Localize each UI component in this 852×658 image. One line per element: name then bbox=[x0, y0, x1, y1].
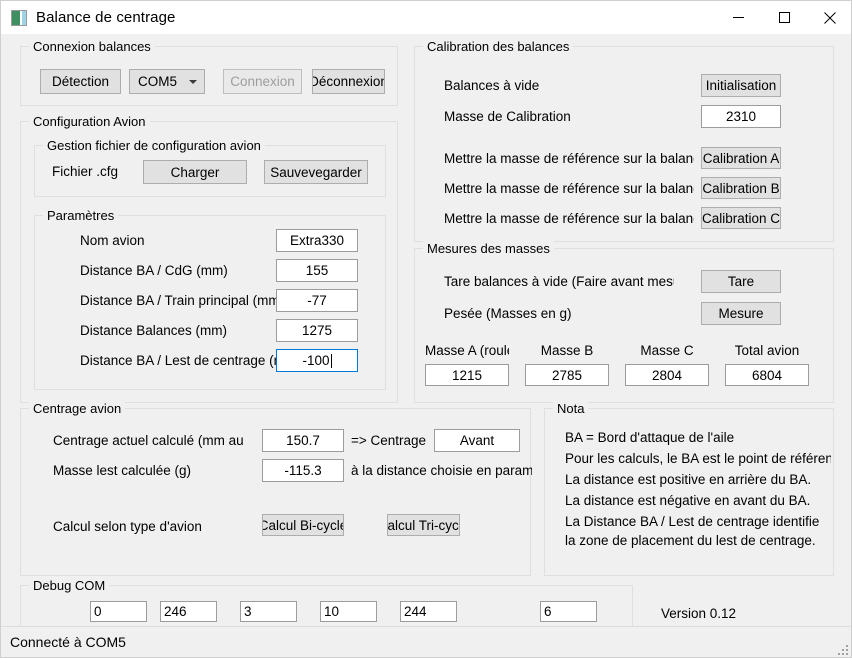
deconnexion-button[interactable]: Déconnexion bbox=[312, 69, 385, 94]
nota-line-1: BA = Bord d'attaque de l'aile bbox=[565, 430, 735, 445]
group-legend-nota: Nota bbox=[553, 401, 589, 416]
status-text: Connecté à COM5 bbox=[10, 634, 126, 650]
resize-grip[interactable] bbox=[838, 645, 850, 657]
debug-field-5[interactable]: 244 bbox=[400, 601, 457, 622]
pesee-label: Pesée (Masses en g) bbox=[444, 306, 572, 321]
nota-line-4: La distance est négative en avant du BA. bbox=[565, 493, 811, 508]
group-parametres: Paramètres Nom avion Extra330 Distance B… bbox=[34, 208, 386, 390]
nota-line-3: La distance est positive en arrière du B… bbox=[565, 472, 812, 487]
total-avion-header: Total avion bbox=[734, 343, 800, 358]
group-legend-gestion: Gestion fichier de configuration avion bbox=[43, 138, 265, 153]
tare-button[interactable]: Tare bbox=[701, 270, 781, 293]
calibration-b-button[interactable]: Calibration B bbox=[701, 177, 781, 199]
window-controls bbox=[715, 1, 851, 34]
nota-line-6: la zone de placement du lest de centrage… bbox=[565, 533, 816, 548]
masse-c-header: Masse C bbox=[640, 343, 694, 358]
calcul-type-label: Calcul selon type d'avion bbox=[53, 519, 202, 534]
group-legend-debug: Debug COM bbox=[29, 578, 110, 593]
param-label-distance-lest: Distance BA / Lest de centrage (mm) bbox=[80, 353, 276, 368]
param-input-distance-balances[interactable]: 1275 bbox=[276, 319, 358, 342]
debug-field-3[interactable]: 3 bbox=[240, 601, 297, 622]
centrage-direction-value: Avant bbox=[434, 429, 520, 452]
tare-label: Tare balances à vide (Faire avant mesure… bbox=[444, 274, 674, 289]
centrage-direction-label: => Centrage bbox=[351, 433, 427, 448]
calibration-a-label: Mettre la masse de référence sur la bala… bbox=[444, 151, 694, 166]
maximize-icon[interactable] bbox=[761, 1, 807, 34]
masse-a-input[interactable]: 1215 bbox=[425, 364, 509, 386]
nota-line-2: Pour les calculs, le BA est le point de … bbox=[565, 451, 831, 466]
masse-c-input[interactable]: 2804 bbox=[625, 364, 709, 386]
param-input-distance-cdg[interactable]: 155 bbox=[276, 259, 358, 282]
charger-button[interactable]: Charger bbox=[143, 160, 247, 184]
mesure-button[interactable]: Mesure bbox=[701, 302, 781, 325]
connexion-button[interactable]: Connexion bbox=[223, 69, 302, 94]
debug-field-2[interactable]: 246 bbox=[160, 601, 217, 622]
masse-calibration-input[interactable]: 2310 bbox=[701, 105, 781, 128]
group-nota: Nota BA = Bord d'attaque de l'aile Pour … bbox=[544, 401, 834, 576]
group-connexion-balances: Connexion balances Détection COM5 Connex… bbox=[20, 39, 398, 106]
param-input-distance-train[interactable]: -77 bbox=[276, 289, 358, 312]
title-bar: Balance de centrage bbox=[1, 1, 851, 34]
calcul-tricycle-button[interactable]: Calcul Tri-cycle bbox=[387, 514, 460, 536]
fichier-cfg-label: Fichier .cfg bbox=[52, 164, 119, 179]
group-legend-centrage: Centrage avion bbox=[29, 401, 126, 416]
param-label-nom-avion: Nom avion bbox=[80, 233, 145, 248]
masse-calibration-label: Masse de Calibration bbox=[444, 109, 571, 124]
close-icon[interactable] bbox=[807, 1, 851, 34]
group-configuration-avion: Configuration Avion Gestion fichier de c… bbox=[20, 114, 398, 403]
debug-field-6[interactable]: 6 bbox=[540, 601, 597, 622]
total-avion-input[interactable]: 6804 bbox=[725, 364, 809, 386]
group-calibration-balances: Calibration des balances Balances à vide… bbox=[414, 39, 834, 242]
group-gestion-fichier: Gestion fichier de configuration avion F… bbox=[34, 138, 386, 197]
text-caret bbox=[330, 353, 332, 368]
calcul-bicycle-button[interactable]: Calcul Bi-cycle bbox=[262, 514, 344, 536]
group-mesures-masses: Mesures des masses Tare balances à vide … bbox=[414, 241, 834, 403]
calibration-c-label: Mettre la masse de référence sur la bala… bbox=[444, 211, 694, 226]
group-legend-mesures: Mesures des masses bbox=[423, 241, 554, 256]
nota-line-5: La Distance BA / Lest de centrage identi… bbox=[565, 514, 820, 529]
com-port-value: COM5 bbox=[138, 74, 178, 89]
version-label: Version 0.12 bbox=[661, 606, 737, 621]
group-centrage-avion: Centrage avion Centrage actuel calculé (… bbox=[20, 401, 532, 576]
param-label-distance-balances: Distance Balances (mm) bbox=[80, 323, 228, 338]
sauvegarder-button[interactable]: Sauvevegarder bbox=[264, 160, 368, 184]
app-window-icon bbox=[11, 9, 27, 26]
masse-b-header: Masse B bbox=[540, 343, 594, 358]
masse-a-header: Masse A (roulette) bbox=[425, 343, 509, 358]
group-debug-com: Debug COM 0 246 3 10 244 6 bbox=[20, 578, 633, 631]
status-bar: Connecté à COM5 bbox=[1, 626, 851, 657]
calibration-a-button[interactable]: Calibration A bbox=[701, 147, 781, 169]
group-legend-connexion: Connexion balances bbox=[29, 39, 155, 54]
group-legend-parametres: Paramètres bbox=[43, 208, 119, 223]
balances-vide-label: Balances à vide bbox=[444, 78, 540, 93]
debug-field-1[interactable]: 0 bbox=[90, 601, 147, 622]
param-input-distance-lest[interactable]: -100 bbox=[276, 349, 358, 372]
masse-lest-suffix: à la distance choisie en paramètre bbox=[351, 463, 532, 478]
masse-lest-label: Masse lest calculée (g) bbox=[53, 463, 192, 478]
detection-button[interactable]: Détection bbox=[40, 69, 121, 94]
client-area: Connexion balances Détection COM5 Connex… bbox=[1, 34, 851, 631]
com-port-select[interactable]: COM5 bbox=[129, 69, 205, 94]
param-label-distance-cdg: Distance BA / CdG (mm) bbox=[80, 263, 228, 278]
group-legend-configuration: Configuration Avion bbox=[29, 114, 150, 129]
centrage-actuel-label: Centrage actuel calculé (mm au BA) bbox=[53, 433, 248, 448]
param-input-distance-lest-value: -100 bbox=[302, 353, 330, 368]
masse-b-input[interactable]: 2785 bbox=[525, 364, 609, 386]
group-legend-calibration: Calibration des balances bbox=[423, 39, 574, 54]
initialisation-button[interactable]: Initialisation bbox=[701, 74, 781, 97]
calibration-b-label: Mettre la masse de référence sur la bala… bbox=[444, 181, 694, 196]
calibration-c-button[interactable]: Calibration C bbox=[701, 207, 781, 229]
window-title: Balance de centrage bbox=[36, 9, 176, 26]
centrage-actuel-value[interactable]: 150.7 bbox=[262, 429, 344, 452]
param-input-nom-avion[interactable]: Extra330 bbox=[276, 229, 358, 252]
param-label-distance-train: Distance BA / Train principal (mm) bbox=[80, 293, 276, 308]
masse-lest-value[interactable]: -115.3 bbox=[262, 459, 344, 482]
application-window: Balance de centrage Connexion balances D… bbox=[0, 0, 852, 658]
minimize-icon[interactable] bbox=[715, 1, 761, 34]
chevron-down-icon bbox=[189, 79, 197, 84]
debug-field-4[interactable]: 10 bbox=[320, 601, 377, 622]
